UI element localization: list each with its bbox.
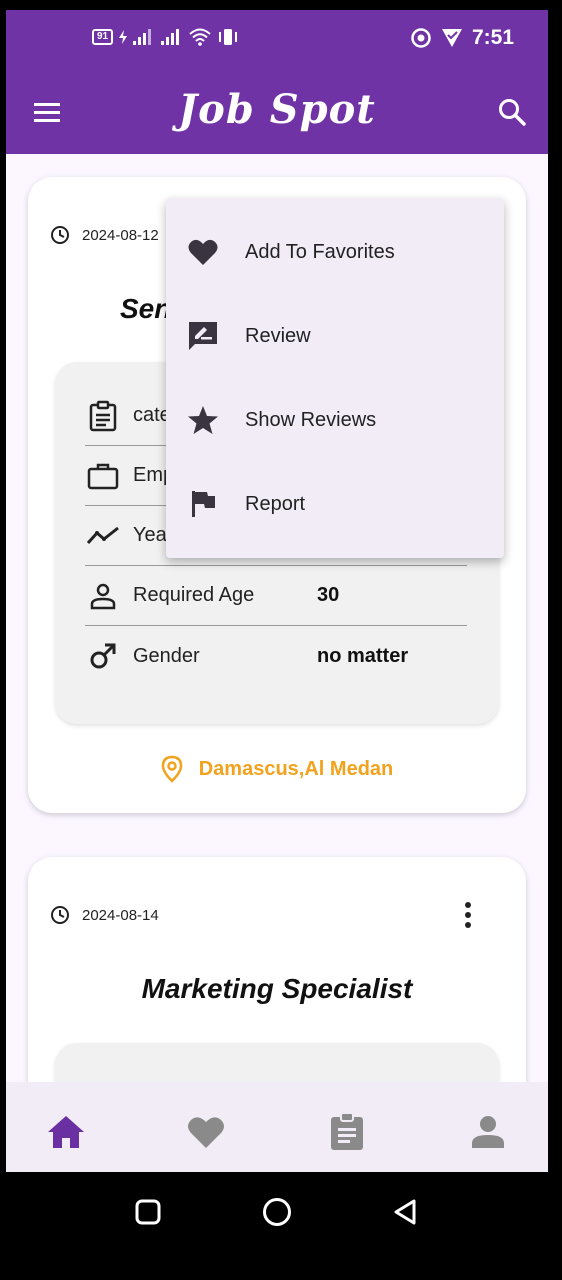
bottom-navigation <box>6 1082 548 1172</box>
search-button[interactable] <box>496 96 528 128</box>
home-icon <box>48 1116 84 1148</box>
info-label: Gender <box>133 644 200 667</box>
home-circle-icon <box>263 1198 291 1226</box>
flag-icon <box>186 487 220 521</box>
job-title: Marketing Specialist <box>141 973 413 1004</box>
clock-icon <box>51 226 69 244</box>
more-vert-icon <box>465 902 471 928</box>
trending-icon <box>85 518 121 554</box>
menu-item-report[interactable]: Report <box>166 462 504 546</box>
menu-item-add-favorites[interactable]: Add To Favorites <box>166 210 504 294</box>
location-heart-icon <box>441 29 462 47</box>
nav-applications[interactable] <box>323 1110 371 1154</box>
battery-indicator: 91 <box>92 29 114 45</box>
charging-icon <box>119 30 128 44</box>
job-title: Sen <box>120 293 172 324</box>
wifi-icon <box>189 28 211 46</box>
job-date-text: 2024-08-12 <box>82 226 159 244</box>
clipboard-icon <box>331 1112 363 1150</box>
star-icon <box>186 403 220 437</box>
info-value: no matter <box>317 644 409 667</box>
status-right: 7:51 <box>410 26 514 50</box>
info-row-gender: Gender no matter <box>85 626 467 686</box>
heart-icon <box>186 235 220 269</box>
menu-item-review[interactable]: Review <box>166 294 504 378</box>
male-icon <box>85 638 121 674</box>
location-pin-icon <box>161 755 182 783</box>
clipboard-icon <box>85 398 121 434</box>
header: 91 7:51 Job Spot <box>6 10 548 154</box>
info-value: 30 <box>317 584 340 606</box>
app-screen: 91 7:51 Job Spot 2024-08-12 Sen cate Emp… <box>6 10 548 1172</box>
back-button[interactable] <box>385 1192 425 1232</box>
person-icon <box>85 578 121 614</box>
nav-home[interactable] <box>42 1110 90 1154</box>
search-icon <box>499 99 526 126</box>
data-saver-icon <box>411 28 431 48</box>
signal-icon <box>133 29 152 45</box>
status-time: 7:51 <box>471 26 514 49</box>
person-icon <box>472 1116 504 1148</box>
home-system-button[interactable] <box>257 1192 297 1232</box>
status-bar: 91 7:51 <box>6 10 548 70</box>
job-date: 2024-08-12 <box>50 225 159 245</box>
nav-profile[interactable] <box>464 1110 512 1154</box>
menu-item-show-reviews[interactable]: Show Reviews <box>166 378 504 462</box>
info-row-age: Required Age 30 <box>85 566 467 626</box>
recents-icon <box>135 1199 161 1225</box>
job-date: 2024-08-14 <box>50 905 159 925</box>
back-icon <box>394 1199 416 1225</box>
app-bar: Job Spot <box>6 70 548 154</box>
review-icon <box>186 319 220 353</box>
signal-icon-2 <box>161 29 180 45</box>
status-left: 91 <box>92 28 239 46</box>
menu-item-label: Review <box>245 324 311 347</box>
location-text: Damascus,Al Medan <box>198 757 394 780</box>
menu-item-label: Report <box>245 492 306 515</box>
vibrate-icon <box>219 29 238 45</box>
recents-button[interactable] <box>128 1192 168 1232</box>
briefcase-icon <box>85 458 121 494</box>
menu-item-label: Show Reviews <box>245 408 377 431</box>
info-label: Required Age <box>133 584 255 606</box>
more-options-button[interactable] <box>456 901 480 929</box>
menu-item-label: Add To Favorites <box>245 240 395 263</box>
job-location: Damascus,Al Medan <box>28 755 526 783</box>
heart-icon <box>188 1117 224 1148</box>
options-popup-menu: Add To Favorites Review Show Reviews Rep… <box>166 198 504 558</box>
app-title: Job Spot <box>178 86 376 133</box>
system-navigation-bar <box>0 1172 562 1280</box>
job-date-text: 2024-08-14 <box>82 906 159 924</box>
clock-icon <box>51 906 69 924</box>
nav-favorites[interactable] <box>182 1110 230 1154</box>
